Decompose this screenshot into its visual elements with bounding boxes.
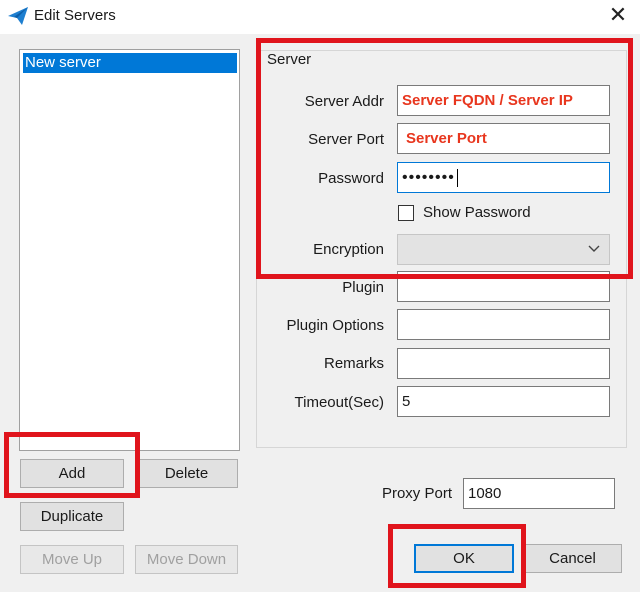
window-title: Edit Servers	[34, 7, 116, 24]
move-up-button[interactable]: Move Up	[20, 545, 124, 574]
server-addr-input[interactable]: Server FQDN / Server IP	[397, 85, 610, 116]
encryption-select[interactable]	[397, 234, 610, 265]
list-item[interactable]: New server	[23, 53, 237, 73]
server-port-label: Server Port	[308, 131, 384, 148]
server-list[interactable]: New server	[19, 49, 240, 451]
ok-button[interactable]: OK	[414, 544, 514, 573]
delete-button[interactable]: Delete	[135, 459, 238, 488]
title-bar: Edit Servers ✕	[0, 0, 640, 34]
proxy-port-input[interactable]: 1080	[463, 478, 615, 509]
encryption-label: Encryption	[313, 241, 384, 258]
password-input[interactable]: ••••••••	[397, 162, 610, 193]
plugin-options-label: Plugin Options	[286, 317, 384, 334]
cancel-button[interactable]: Cancel	[523, 544, 622, 573]
move-down-button[interactable]: Move Down	[135, 545, 238, 574]
paper-plane-icon	[8, 7, 28, 25]
show-password-checkbox[interactable]	[398, 205, 414, 221]
plugin-input[interactable]	[397, 271, 610, 302]
timeout-label: Timeout(Sec)	[294, 394, 384, 411]
chevron-down-icon	[588, 245, 600, 252]
plugin-options-input[interactable]	[397, 309, 610, 340]
server-addr-label: Server Addr	[304, 93, 384, 110]
password-label: Password	[318, 170, 384, 187]
server-group-legend: Server	[264, 51, 315, 68]
show-password-label: Show Password	[423, 204, 531, 221]
server-port-input[interactable]: Server Port	[397, 123, 610, 154]
timeout-input[interactable]: 5	[397, 386, 610, 417]
duplicate-button[interactable]: Duplicate	[20, 502, 124, 531]
password-value: ••••••••	[402, 169, 455, 186]
add-button[interactable]: Add	[20, 459, 124, 488]
remarks-input[interactable]	[397, 348, 610, 379]
proxy-port-label: Proxy Port	[381, 485, 452, 502]
text-caret	[456, 169, 458, 188]
close-button[interactable]: ✕	[606, 4, 630, 28]
close-icon: ✕	[608, 2, 628, 27]
remarks-label: Remarks	[323, 355, 384, 372]
plugin-label: Plugin	[342, 279, 384, 296]
